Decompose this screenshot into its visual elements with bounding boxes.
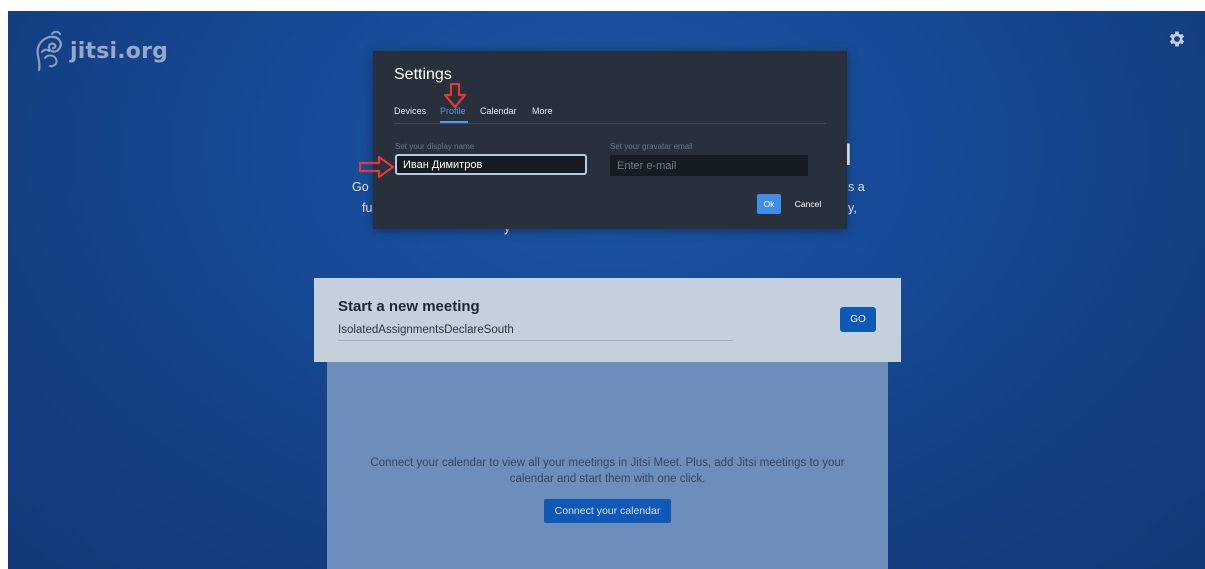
- gear-icon[interactable]: [1167, 29, 1187, 49]
- display-name-label: Set your display name: [395, 142, 475, 151]
- active-tab-indicator: [440, 121, 468, 123]
- jitsi-logo-icon: [36, 30, 62, 72]
- calendar-description-line: calendar and start them with one click.: [509, 473, 706, 485]
- display-name-input[interactable]: [395, 154, 587, 175]
- hero-desc-fragment: s a: [848, 180, 865, 194]
- tab-devices[interactable]: Devices: [394, 106, 426, 116]
- jitsi-logo[interactable]: jitsi.org: [32, 29, 168, 73]
- tab-more[interactable]: More: [532, 106, 553, 116]
- gravatar-email-label: Set your gravatar email: [610, 142, 693, 151]
- settings-dialog-title: Settings: [394, 66, 452, 83]
- calendar-panel: Connect your calendar to view all your m…: [327, 362, 888, 569]
- tab-calendar[interactable]: Calendar: [480, 106, 517, 116]
- room-name-input[interactable]: [338, 320, 733, 341]
- connect-calendar-button[interactable]: Connect your calendar: [544, 499, 671, 523]
- red-arrow-icon: [443, 83, 467, 109]
- settings-dialog: Settings Devices Profile Calendar More S…: [373, 51, 847, 229]
- app-window: jitsi.org G l Go s a fu y, y Start a new…: [8, 11, 1205, 569]
- calendar-description-line: Connect your calendar to view all your m…: [370, 457, 845, 469]
- hero-desc-fragment: y,: [848, 201, 857, 215]
- start-meeting-card: Start a new meeting GO: [314, 278, 901, 362]
- calendar-description: Connect your calendar to view all your m…: [327, 455, 888, 487]
- logo-text: jitsi.org: [70, 38, 169, 64]
- ok-button[interactable]: Ok: [757, 194, 781, 214]
- red-arrow-icon: [359, 156, 395, 178]
- gravatar-email-input[interactable]: [610, 155, 808, 176]
- hero-desc-fragment: fu: [362, 201, 373, 215]
- go-button[interactable]: GO: [840, 307, 876, 332]
- hero-desc-fragment: Go: [352, 180, 369, 194]
- start-meeting-title: Start a new meeting: [338, 298, 480, 315]
- cancel-button[interactable]: Cancel: [788, 195, 828, 213]
